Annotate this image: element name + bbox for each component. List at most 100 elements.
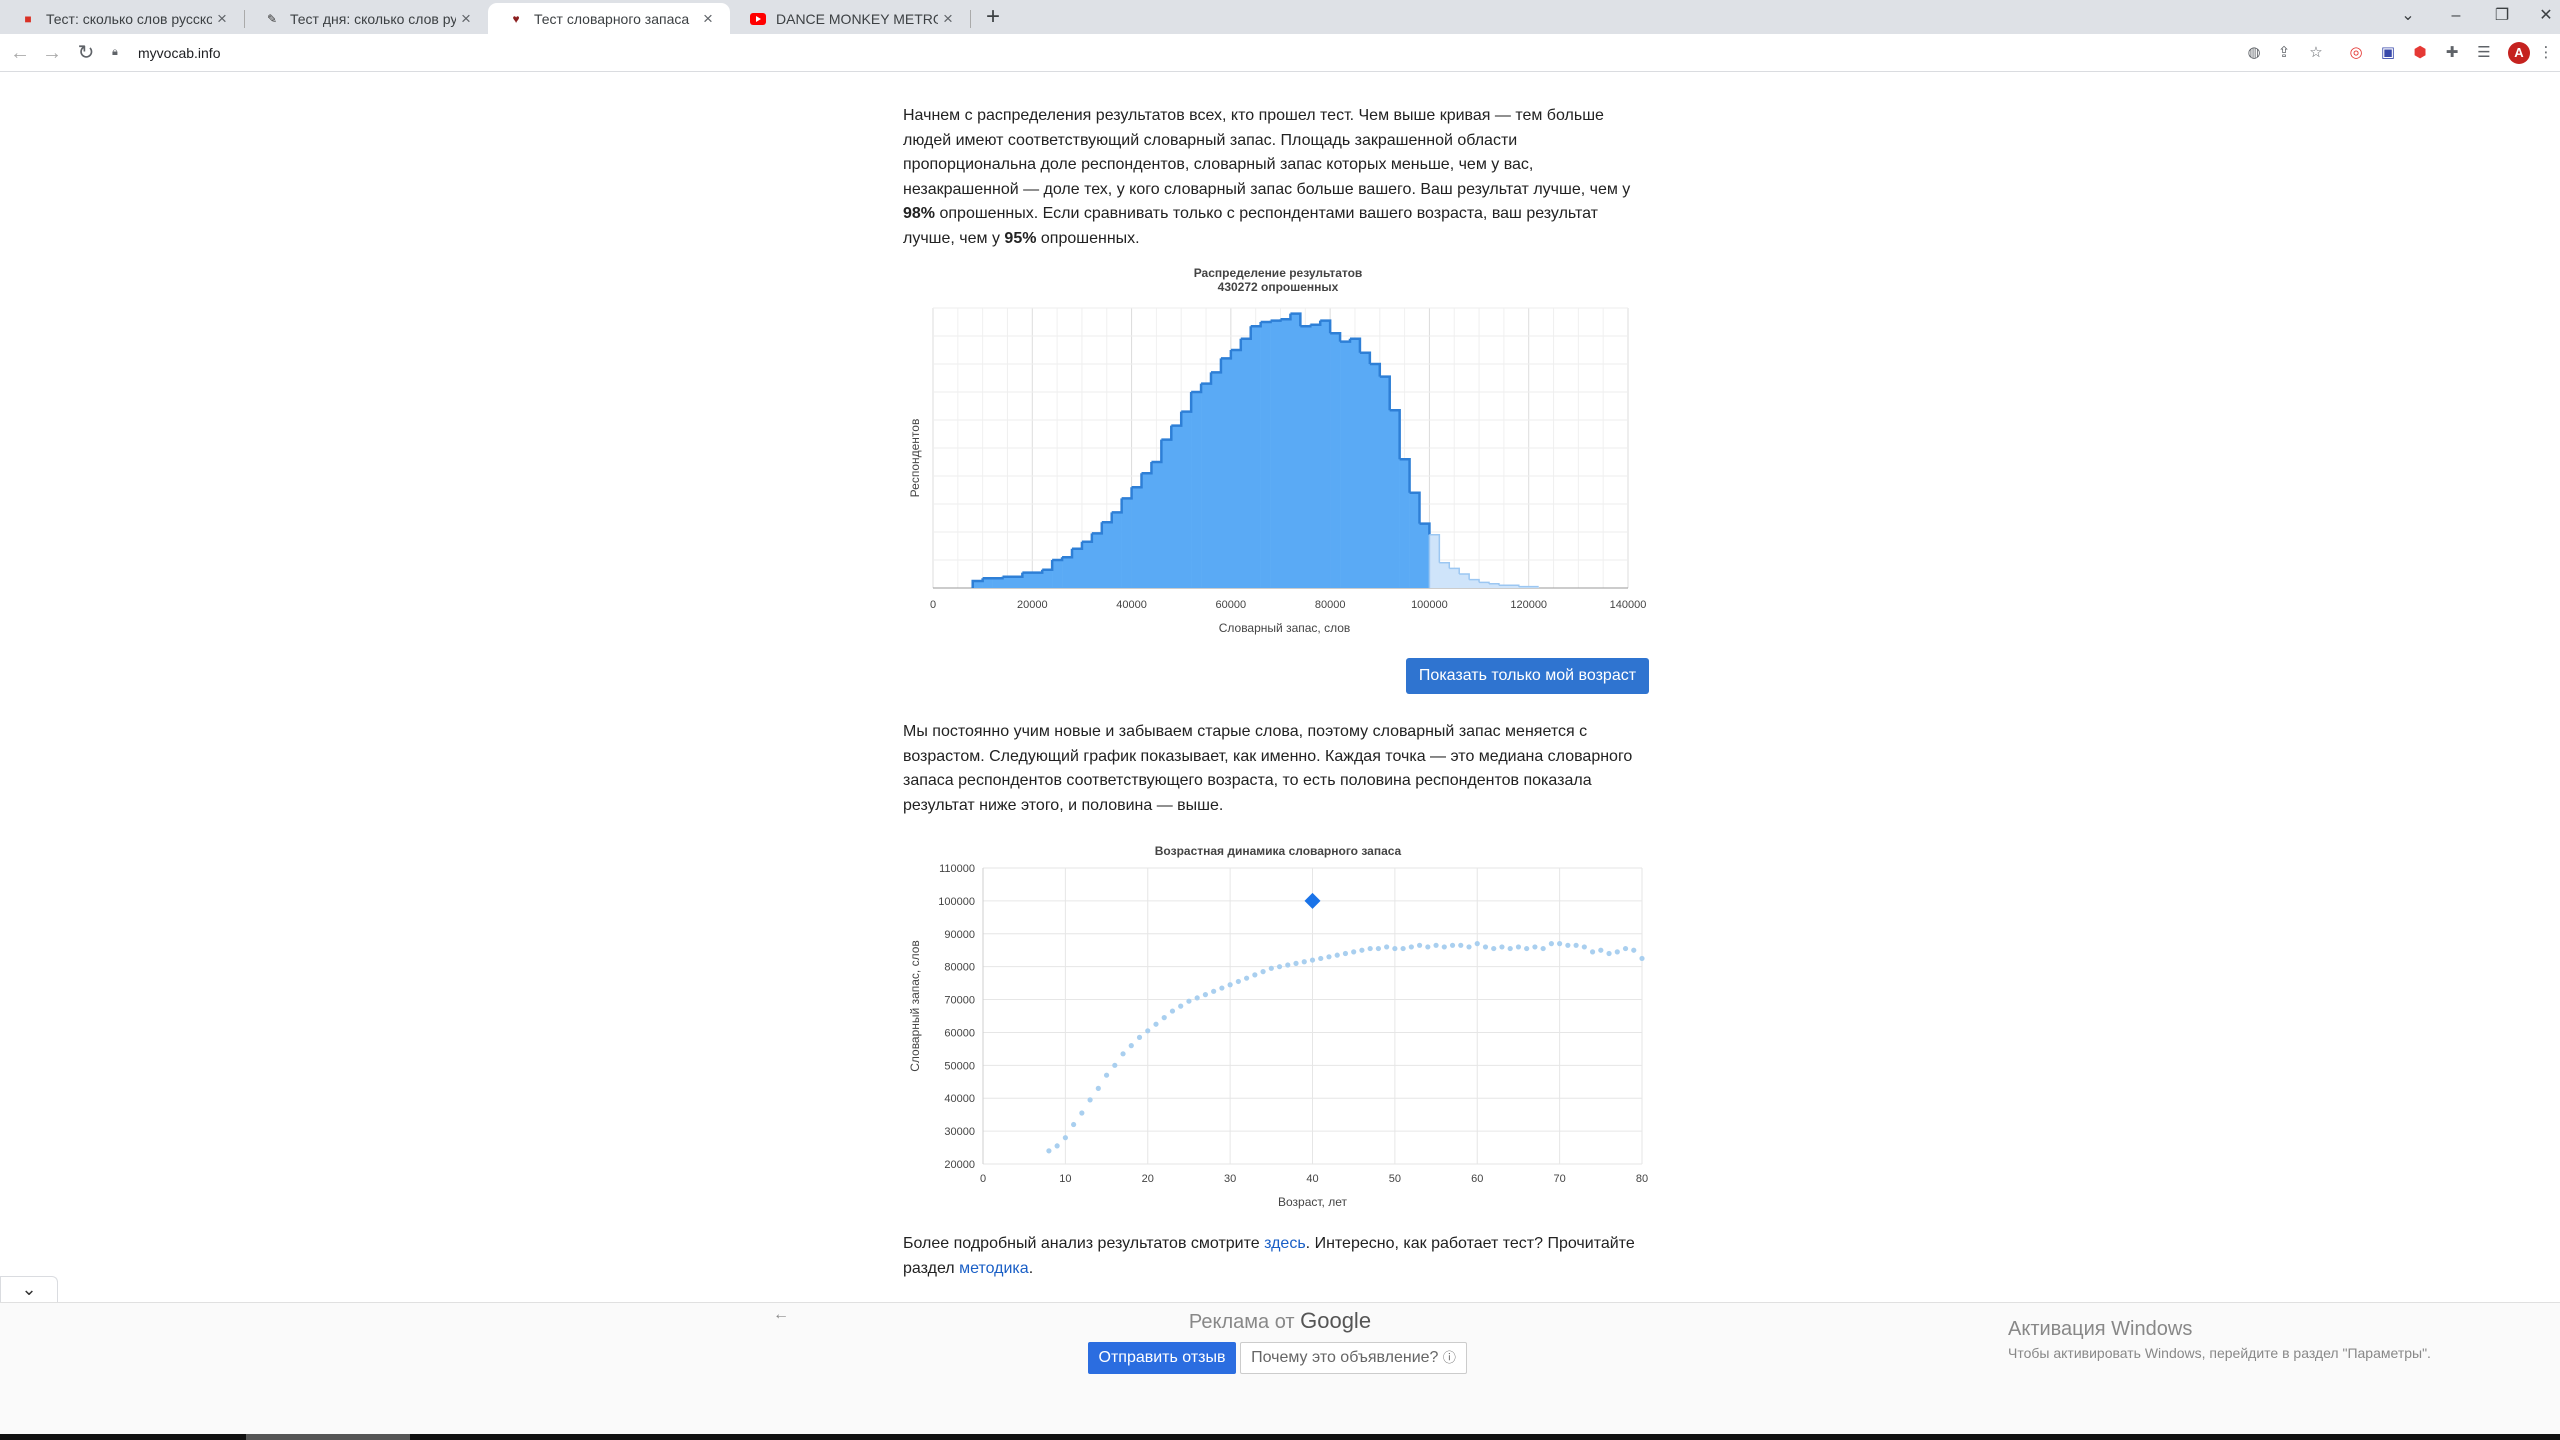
feather-icon: ✎ <box>266 11 278 26</box>
translate-icon[interactable]: ◍ <box>2244 43 2264 63</box>
tab-title: Тест: сколько слов русского язык <box>46 10 212 27</box>
median-point <box>1532 944 1538 950</box>
more-analysis-paragraph: Более подробный анализ результатов смотр… <box>903 1232 1653 1281</box>
histogram-bar <box>1369 364 1381 588</box>
restore-icon[interactable]: ❐ <box>2480 0 2524 34</box>
menu-kebab-icon[interactable]: ⋮ <box>2536 43 2556 63</box>
histogram-bar <box>1161 439 1172 588</box>
ad-label-prefix: Реклама от <box>1188 1311 1295 1333</box>
chart-grid <box>982 867 1643 1165</box>
close-icon[interactable]: × <box>698 9 718 29</box>
profile-avatar[interactable]: A <box>2508 42 2530 64</box>
chevron-down-icon[interactable]: ⌄ <box>0 1276 58 1302</box>
median-point <box>1211 988 1217 994</box>
chart-title: Возрастная динамика словарного запаса <box>1154 844 1402 858</box>
minimize-icon[interactable]: – <box>2434 0 2478 34</box>
y-tick-label: 80000 <box>944 962 975 974</box>
close-icon[interactable]: × <box>456 9 476 29</box>
x-axis-label: Возраст, лет <box>1278 1195 1348 1209</box>
x-tick-label: 50 <box>1389 1173 1401 1185</box>
clipped-text-line <box>903 72 1653 92</box>
median-point <box>1359 947 1365 953</box>
x-tick-label: 40000 <box>1116 599 1147 611</box>
age-dynamics-chart: 0 10 20 30 40 50 60 70 80 20000 30000 40000 50000 600… <box>908 863 1648 1209</box>
reload-icon[interactable]: ↻ <box>74 41 98 65</box>
median-point <box>1351 949 1357 955</box>
taskbar-item[interactable] <box>246 1434 410 1440</box>
median-point <box>1235 978 1241 985</box>
x-tick-label: 140000 <box>1610 599 1647 611</box>
distribution-chart-header: Распределение результатов 430272 опрошен… <box>903 266 1653 294</box>
histogram-bar <box>1191 392 1202 588</box>
send-feedback-button[interactable]: Отправить отзыв <box>1088 1342 1236 1374</box>
histogram-bar <box>1439 562 1450 588</box>
tab-search-icon[interactable]: ⌄ <box>2386 0 2430 34</box>
median-point <box>1301 959 1307 965</box>
median-point <box>1639 955 1645 962</box>
forward-arrow-icon[interactable]: → <box>40 41 64 65</box>
median-point <box>1079 1110 1085 1116</box>
share-icon[interactable]: ⇪ <box>2274 43 2294 63</box>
ad-label: Реклама от Google <box>1100 1308 1460 1334</box>
median-point <box>1260 969 1266 975</box>
back-arrow-icon[interactable]: ← <box>8 41 32 65</box>
taskbar <box>0 1434 2560 1440</box>
median-point <box>1244 975 1250 981</box>
address-bar[interactable]: 🔒︎ myvocab.info <box>112 39 2212 67</box>
extension-screen-icon[interactable]: ▣ <box>2378 43 2398 63</box>
tab-separator <box>970 10 971 28</box>
histogram-bar <box>1211 372 1222 588</box>
median-point <box>1548 941 1554 947</box>
x-tick-label: 80000 <box>1315 599 1346 611</box>
extensions-puzzle-icon[interactable]: ✚ <box>2442 43 2462 63</box>
x-tick-label: 80 <box>1636 1173 1648 1185</box>
show-my-age-button[interactable]: Показать только мой возраст <box>1406 658 1649 694</box>
x-tick-label: 120000 <box>1510 599 1547 611</box>
tab-title: Тест дня: сколько слов русского я <box>290 10 456 27</box>
here-link[interactable]: здесь <box>1264 1235 1306 1252</box>
extension-target-icon[interactable]: ◎ <box>2346 43 2366 63</box>
histogram-bar <box>1230 350 1242 588</box>
browser-tab-3-active[interactable]: ♥ Тест словарного запаса × <box>488 3 730 34</box>
close-icon[interactable]: × <box>938 9 958 29</box>
median-point <box>1161 1015 1167 1021</box>
chart-ticks: 0 20000 40000 60000 80000 100000 120000 140000 <box>930 599 1646 611</box>
back-arrow-icon[interactable]: ← <box>773 1306 789 1324</box>
median-point <box>1482 944 1489 950</box>
histogram-bar <box>1300 326 1311 588</box>
browser-tab-2[interactable]: ✎ Тест дня: сколько слов русского я × <box>244 3 488 34</box>
new-tab-button[interactable]: + <box>979 4 1007 32</box>
median-point <box>1309 957 1316 963</box>
histogram-bar <box>1081 541 1093 588</box>
median-point <box>1408 944 1414 950</box>
browser-tab-4[interactable]: DANCE MONKEY METRO STATIO × <box>730 3 970 34</box>
window-close-icon[interactable]: ✕ <box>2524 0 2560 34</box>
methodology-link[interactable]: методика <box>959 1260 1029 1277</box>
browser-tab-1[interactable]: ■ Тест: сколько слов русского язык × <box>0 3 244 34</box>
histogram-bar <box>1260 322 1271 588</box>
median-point <box>1326 954 1332 960</box>
median-point <box>1474 941 1480 947</box>
median-point <box>1227 982 1233 988</box>
chart-marks <box>1046 892 1645 1154</box>
histogram-bar <box>1459 574 1470 588</box>
x-tick-label: 0 <box>980 1173 986 1185</box>
histogram-bar <box>1052 560 1063 588</box>
median-point <box>1112 1062 1118 1068</box>
extension-shield-icon[interactable]: ⬢ <box>2410 43 2430 63</box>
histogram-bar <box>1042 569 1053 588</box>
histogram-bar <box>1250 326 1261 588</box>
histogram-bar <box>1270 320 1281 588</box>
histogram-bar <box>1479 582 1490 588</box>
y-tick-label: 40000 <box>944 1093 975 1105</box>
close-icon[interactable]: × <box>212 9 232 29</box>
reading-list-icon[interactable]: ☰ <box>2474 43 2494 63</box>
median-point <box>1507 945 1513 952</box>
median-point <box>1219 985 1225 991</box>
histogram-bar <box>1469 579 1480 588</box>
bookmark-star-icon[interactable]: ☆ <box>2306 43 2326 63</box>
histogram-bar <box>1101 522 1113 588</box>
why-this-ad-button[interactable]: Почему это объявление? ⓘ <box>1240 1342 1467 1374</box>
histogram-bar <box>1320 320 1331 588</box>
median-point <box>1433 942 1439 948</box>
